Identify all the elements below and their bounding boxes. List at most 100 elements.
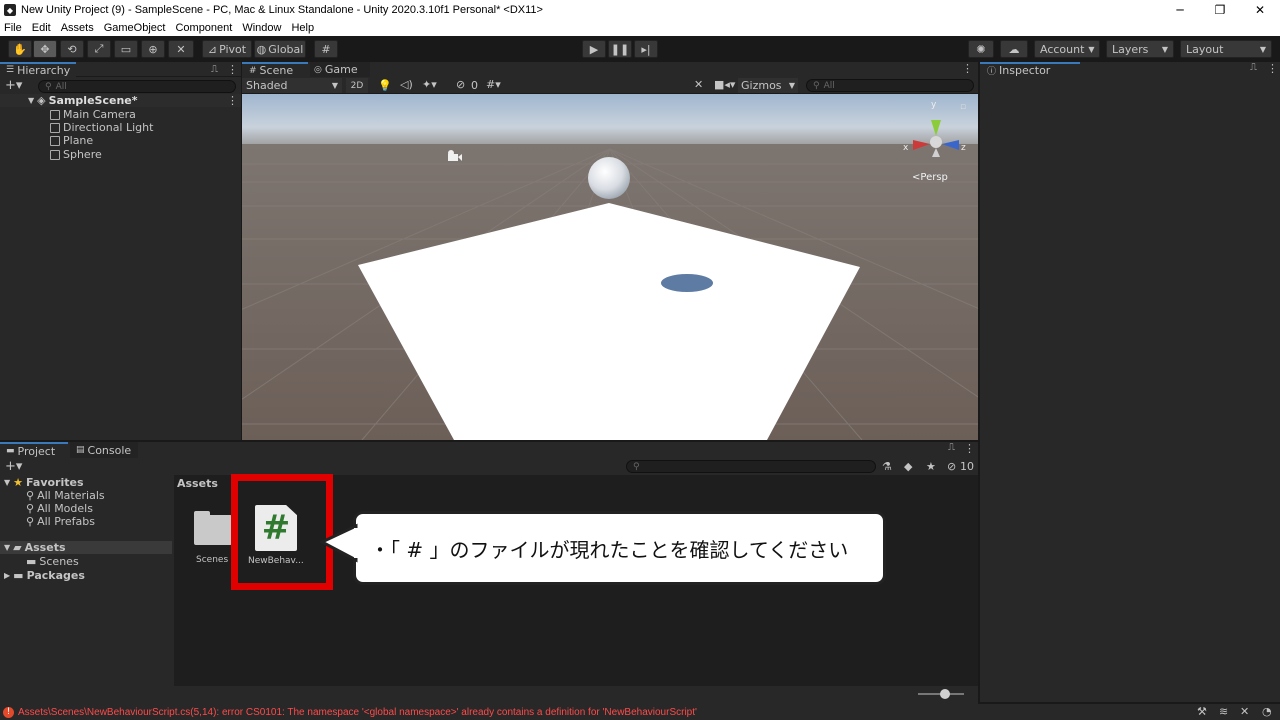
global-toggle[interactable]: ◍ Global bbox=[254, 40, 306, 58]
lock-icon[interactable]: ⎍ bbox=[211, 64, 218, 75]
tools-icon[interactable]: ✕ bbox=[694, 78, 703, 91]
move-tool-button[interactable]: ✥ bbox=[33, 40, 57, 58]
camera-icon[interactable]: ■◂▾ bbox=[714, 78, 735, 91]
scene-more-icon[interactable]: ⋮ bbox=[227, 94, 238, 107]
step-button[interactable]: ▸| bbox=[634, 40, 658, 58]
tab-scene[interactable]: # Scene bbox=[242, 62, 308, 77]
hidden-packages-count: 10 bbox=[960, 460, 974, 473]
menu-component[interactable]: Component bbox=[175, 22, 232, 34]
cloud-icon: ☁ bbox=[1008, 42, 1020, 56]
scale-tool-button[interactable]: ⤢ bbox=[87, 40, 111, 58]
layout-dropdown[interactable]: Layout ▼ bbox=[1180, 40, 1272, 58]
menu-window[interactable]: Window bbox=[242, 22, 281, 34]
visibility-icon[interactable]: ⊘ bbox=[456, 78, 465, 91]
filter-type-icon[interactable]: ⚗ bbox=[882, 460, 892, 473]
tab-hierarchy[interactable]: ☰ Hierarchy bbox=[0, 61, 77, 77]
tab-game[interactable]: ◎ Game bbox=[310, 62, 370, 77]
pivot-toggle[interactable]: ⊿ Pivot bbox=[202, 40, 252, 58]
hand-tool-button[interactable]: ✋ bbox=[8, 40, 32, 58]
custom-tool-button[interactable]: ✕ bbox=[168, 40, 194, 58]
assets-breadcrumb[interactable]: Assets bbox=[177, 477, 218, 490]
tab-console[interactable]: ▤ Console bbox=[70, 442, 138, 458]
pause-button[interactable]: ❚❚ bbox=[608, 40, 632, 58]
more-menu-icon[interactable]: ⋮ bbox=[1267, 62, 1278, 75]
2d-toggle[interactable]: 2D bbox=[346, 78, 368, 93]
scene-search-input[interactable]: ⚲ All bbox=[806, 79, 974, 92]
favorite-item-label: All Materials bbox=[37, 489, 105, 502]
favorites-item[interactable]: ▼ ★ Favorites bbox=[4, 476, 84, 489]
bake-icon[interactable]: ⚒ bbox=[1197, 705, 1207, 718]
hierarchy-item[interactable]: Main Camera bbox=[0, 108, 241, 121]
gameobject-icon bbox=[50, 135, 60, 146]
hierarchy-item[interactable]: Directional Light bbox=[0, 121, 241, 134]
hierarchy-item[interactable]: Sphere bbox=[0, 148, 241, 161]
effects-icon[interactable]: ✦▾ bbox=[422, 78, 437, 91]
search-icon: ⚲ bbox=[26, 502, 35, 515]
gizmos-dropdown[interactable]: Gizmos ▼ bbox=[738, 78, 798, 93]
lock-icon[interactable]: ⎍ bbox=[948, 442, 955, 453]
close-button[interactable]: ✕ bbox=[1240, 0, 1280, 20]
scene-toolbar: Shaded ▼ 2D 💡 ◁) ✦▾ ⊘ 0 #▾ ✕ ■◂▾ Gizmos … bbox=[242, 77, 978, 94]
hierarchy-item[interactable]: Plane bbox=[0, 134, 241, 147]
layout-label: Layout bbox=[1186, 42, 1224, 56]
error-icon: ! bbox=[3, 706, 14, 718]
menu-gameobject[interactable]: GameObject bbox=[104, 22, 166, 34]
menu-file[interactable]: File bbox=[4, 22, 22, 34]
status-error-message[interactable]: Assets\Scenes\NewBehaviourScript.cs(5,14… bbox=[18, 707, 1198, 718]
audio-icon[interactable]: ◁) bbox=[400, 78, 413, 91]
lock-icon[interactable]: ▫ bbox=[960, 102, 966, 112]
folder-icon: ▬ bbox=[13, 569, 24, 582]
tab-project[interactable]: ▬ Project bbox=[0, 442, 68, 458]
gamepad-icon: ◎ bbox=[314, 64, 322, 75]
shading-mode-dropdown[interactable]: Shaded ▼ bbox=[242, 78, 342, 93]
scene-more-menu-icon[interactable]: ⋮ bbox=[962, 62, 973, 75]
menu-help[interactable]: Help bbox=[291, 22, 314, 34]
grid-toggle-icon[interactable]: #▾ bbox=[486, 78, 501, 91]
tab-inspector[interactable]: ⓘ Inspector bbox=[980, 62, 1080, 77]
favorite-item[interactable]: ⚲ All Materials bbox=[26, 489, 105, 502]
hierarchy-scene-item[interactable]: ▼ ◈ SampleScene* ⋮ bbox=[0, 94, 241, 107]
favorite-item[interactable]: ⚲ All Models bbox=[26, 502, 93, 515]
menu-assets[interactable]: Assets bbox=[61, 22, 94, 34]
add-icon[interactable]: +▾ bbox=[5, 459, 22, 474]
account-dropdown[interactable]: Account ▼ bbox=[1034, 40, 1100, 58]
add-icon[interactable]: +▾ bbox=[5, 78, 22, 93]
rotate-tool-button[interactable]: ⟲ bbox=[60, 40, 84, 58]
lock-icon[interactable]: ⎍ bbox=[1250, 62, 1257, 73]
slider-handle[interactable] bbox=[940, 689, 950, 699]
project-search-input[interactable]: ⚲ bbox=[626, 460, 876, 473]
scenes-tree-item[interactable]: ▬ Scenes bbox=[26, 555, 79, 568]
lighting-icon[interactable]: 💡 bbox=[378, 79, 392, 92]
favorite-item[interactable]: ⚲ All Prefabs bbox=[26, 515, 95, 528]
play-button[interactable]: ▶ bbox=[582, 40, 606, 58]
axis-z-label: z bbox=[961, 143, 966, 153]
hidden-packages-icon[interactable]: ⊘ bbox=[947, 460, 956, 473]
persp-label-row[interactable]: <Persp bbox=[912, 172, 948, 183]
transform-tool-button[interactable]: ⊕ bbox=[141, 40, 165, 58]
more-menu-icon[interactable]: ⋮ bbox=[227, 63, 238, 76]
maximize-button[interactable]: ❐ bbox=[1200, 0, 1240, 20]
more-menu-icon[interactable]: ⋮ bbox=[964, 442, 975, 455]
scene-viewport[interactable]: y x z ▫ <Persp bbox=[242, 94, 978, 440]
hierarchy-search-input[interactable]: ⚲ All bbox=[38, 80, 236, 93]
tools-icon[interactable]: ✕ bbox=[1240, 705, 1249, 718]
services-button[interactable]: ✺ bbox=[968, 40, 994, 58]
progress-icon[interactable]: ◔ bbox=[1262, 705, 1272, 718]
icon-size-slider[interactable] bbox=[918, 689, 964, 699]
layers-dropdown[interactable]: Layers ▼ bbox=[1106, 40, 1174, 58]
asset-item-scenes[interactable]: Scenes bbox=[190, 509, 234, 569]
cloud-button[interactable]: ☁ bbox=[1000, 40, 1028, 58]
stack-icon[interactable]: ≋ bbox=[1219, 705, 1228, 718]
star-icon[interactable]: ★ bbox=[926, 460, 936, 473]
rect-tool-button[interactable]: ▭ bbox=[114, 40, 138, 58]
grid-snap-button[interactable]: # bbox=[314, 40, 338, 58]
packages-tree-item[interactable]: ▶ ▬ Packages bbox=[4, 569, 85, 582]
label-icon[interactable]: ◆ bbox=[904, 460, 912, 473]
scenes-tree-label: Scenes bbox=[39, 555, 79, 568]
global-label: Global bbox=[268, 42, 304, 56]
rotate-icon: ⟲ bbox=[67, 42, 77, 56]
assets-tree-item[interactable]: ▼ ▰ Assets bbox=[0, 541, 172, 554]
axis-x-label: x bbox=[903, 143, 909, 153]
minimize-button[interactable]: ─ bbox=[1160, 0, 1200, 20]
menu-edit[interactable]: Edit bbox=[32, 22, 51, 34]
